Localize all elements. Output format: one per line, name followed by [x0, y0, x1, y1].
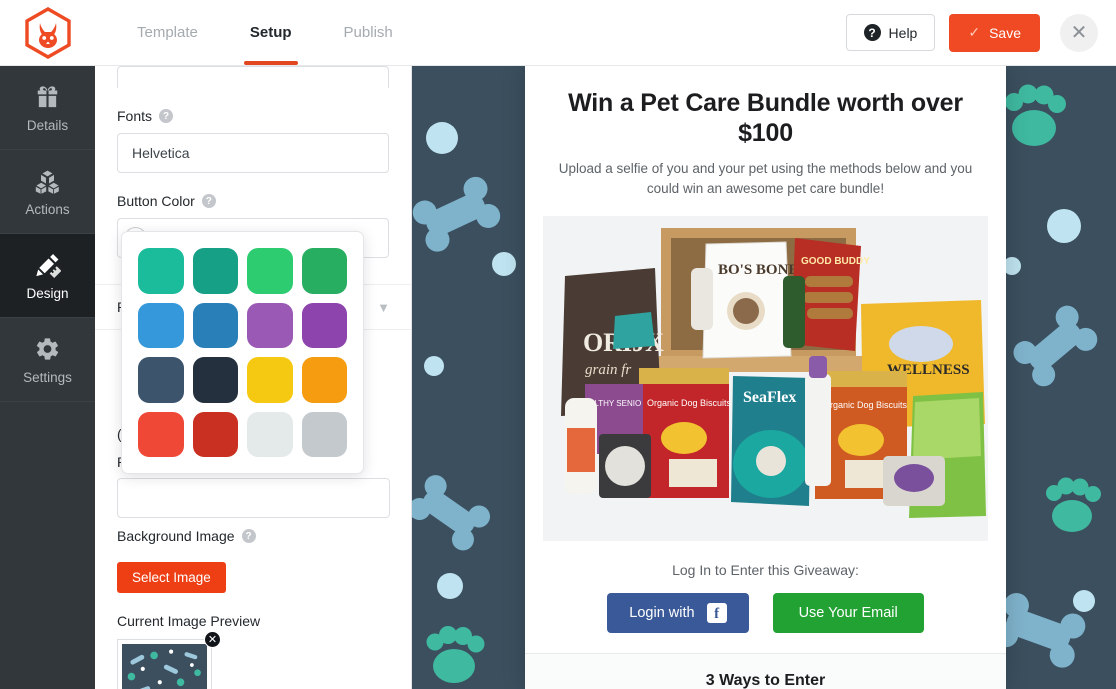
swatch-green-sea[interactable]	[192, 248, 238, 294]
swatch-emerald[interactable]	[247, 248, 293, 294]
background-image-group: Background Image ? Select Image Current …	[95, 528, 411, 689]
paw-bone-pattern	[127, 649, 201, 689]
facebook-login-label: Login with	[629, 605, 695, 622]
rafflepress-rabbit-hexagon-logo	[24, 6, 71, 59]
giveaway-card: Win a Pet Care Bundle worth over $100 Up…	[525, 66, 1006, 689]
save-button-label: Save	[989, 24, 1021, 41]
left-sidebar: Details Actions Design Settings	[0, 66, 95, 689]
sidebar-item-settings-label: Settings	[23, 369, 72, 385]
tab-setup[interactable]: Setup	[224, 0, 318, 65]
facebook-f-icon: f	[706, 603, 727, 624]
giveaway-title: Win a Pet Care Bundle worth over $100	[568, 89, 963, 147]
preview-thumbnail-frame	[117, 639, 212, 689]
current-image-preview-label: Current Image Preview	[117, 613, 261, 629]
svg-text:grain fr: grain fr	[585, 362, 631, 378]
sidebar-item-design-label: Design	[26, 285, 69, 301]
background-image-field: Background Image ? Select Image Current …	[95, 528, 411, 689]
help-circle-icon[interactable]: ?	[159, 109, 174, 123]
gear-icon	[34, 335, 62, 363]
current-image-preview: ✕	[117, 631, 221, 689]
svg-text:BO'S BONES: BO'S BONES	[718, 262, 807, 278]
close-x-icon: ✕	[1070, 22, 1088, 44]
login-buttons-row: Login with f Use Your Email	[525, 593, 1006, 634]
svg-text:Organic Dog Biscuits: Organic Dog Biscuits	[823, 400, 908, 410]
swatch-nephritis[interactable]	[301, 248, 347, 294]
svg-text:SeaFlex: SeaFlex	[743, 389, 796, 406]
login-prompt: Log In to Enter this Giveaway:	[672, 562, 859, 579]
swatch-silver[interactable]	[301, 411, 347, 457]
pattern-thumbnail	[122, 644, 207, 689]
swatch-turquoise[interactable]	[138, 248, 184, 294]
builder-tabs: Template Setup Publish	[111, 0, 419, 65]
email-entry-button[interactable]: Use Your Email	[772, 593, 924, 634]
swatch-sun-flower[interactable]	[247, 357, 293, 403]
facebook-login-button[interactable]: Login with f	[607, 593, 749, 634]
swatch-pomegranate[interactable]	[192, 411, 238, 457]
chevron-down-icon: ▼	[377, 299, 390, 315]
fonts-label: Fonts	[117, 108, 153, 124]
ways-to-enter-heading: 3 Ways to Enter	[525, 653, 1006, 689]
svg-text:Organic Dog Biscuits: Organic Dog Biscuits	[647, 398, 732, 408]
sidebar-item-settings[interactable]: Settings	[0, 318, 95, 402]
remove-image-button[interactable]: ✕	[204, 631, 221, 648]
question-mark-circle-icon: ?	[863, 24, 881, 41]
blocks-icon	[34, 167, 62, 195]
swatch-clouds[interactable]	[247, 411, 293, 457]
button-color-label-row: Button Color ?	[117, 193, 389, 209]
svg-text:GOOD BUDDY: GOOD BUDDY	[801, 256, 870, 267]
background-image-label: Background Image	[117, 528, 235, 544]
pet-care-product-bundle-photo: ORIJX grain fr BO'S BONES GOOD BUDDY	[543, 216, 988, 542]
app-logo[interactable]	[0, 0, 95, 65]
remove-x-circle-icon: ✕	[207, 634, 218, 646]
sidebar-item-actions[interactable]: Actions	[0, 150, 95, 234]
close-builder-button[interactable]: ✕	[1060, 13, 1098, 52]
help-circle-icon[interactable]: ?	[241, 529, 256, 543]
swatch-midnight-blue[interactable]	[192, 357, 238, 403]
save-button[interactable]: ✓ Save	[949, 13, 1040, 52]
swatch-wisteria[interactable]	[301, 302, 347, 348]
swatch-belize-hole[interactable]	[192, 302, 238, 348]
occluded-input[interactable]	[117, 478, 390, 518]
giveaway-preview-area: Win a Pet Care Bundle worth over $100 Up…	[412, 66, 1116, 689]
color-palette-popup	[121, 231, 364, 474]
swatch-wet-asphalt[interactable]	[138, 357, 184, 403]
swatch-peter-river[interactable]	[138, 302, 184, 348]
sidebar-item-design[interactable]: Design	[0, 234, 95, 318]
giveaway-photo: ORIJX grain fr BO'S BONES GOOD BUDDY	[543, 216, 988, 542]
fonts-label-row: Fonts ?	[117, 108, 389, 124]
swatch-alizarin[interactable]	[138, 411, 184, 457]
button-color-label: Button Color	[117, 193, 195, 209]
current-image-preview-label-row: Current Image Preview	[117, 613, 390, 629]
help-button[interactable]: ? Help	[845, 14, 936, 51]
top-bar-actions: ? Help ✓ Save ✕	[845, 13, 1116, 52]
sidebar-item-details-label: Details	[26, 117, 69, 133]
select-image-button[interactable]: Select Image	[117, 562, 226, 593]
gift-icon	[34, 83, 62, 111]
help-button-label: Help	[888, 24, 918, 41]
pencil-ruler-icon	[34, 251, 62, 279]
fonts-input[interactable]: Helvetica	[117, 133, 389, 173]
giveaway-login-section: Log In to Enter this Giveaway: Login wit…	[525, 541, 1006, 653]
help-circle-icon[interactable]: ?	[201, 194, 216, 208]
giveaway-subtitle: Upload a selfie of you and your pet usin…	[558, 161, 973, 196]
tab-publish[interactable]: Publish	[318, 0, 419, 65]
swatch-amethyst[interactable]	[247, 302, 293, 348]
checkmark-icon: ✓	[968, 24, 981, 40]
sidebar-item-actions-label: Actions	[25, 201, 70, 217]
rafflepress-builder: Template Setup Publish ? Help ✓ Save ✕ D…	[0, 0, 1116, 689]
giveaway-header: Win a Pet Care Bundle worth over $100 Up…	[525, 66, 1006, 216]
sidebar-item-details[interactable]: Details	[0, 66, 95, 150]
scrolled-off-input[interactable]	[117, 66, 389, 88]
background-image-label-row: Background Image ?	[117, 528, 390, 544]
tab-template[interactable]: Template	[111, 0, 224, 65]
swatch-orange[interactable]	[301, 357, 347, 403]
fonts-field: Fonts ? Helvetica	[95, 108, 411, 173]
top-bar: Template Setup Publish ? Help ✓ Save ✕	[0, 0, 1116, 66]
